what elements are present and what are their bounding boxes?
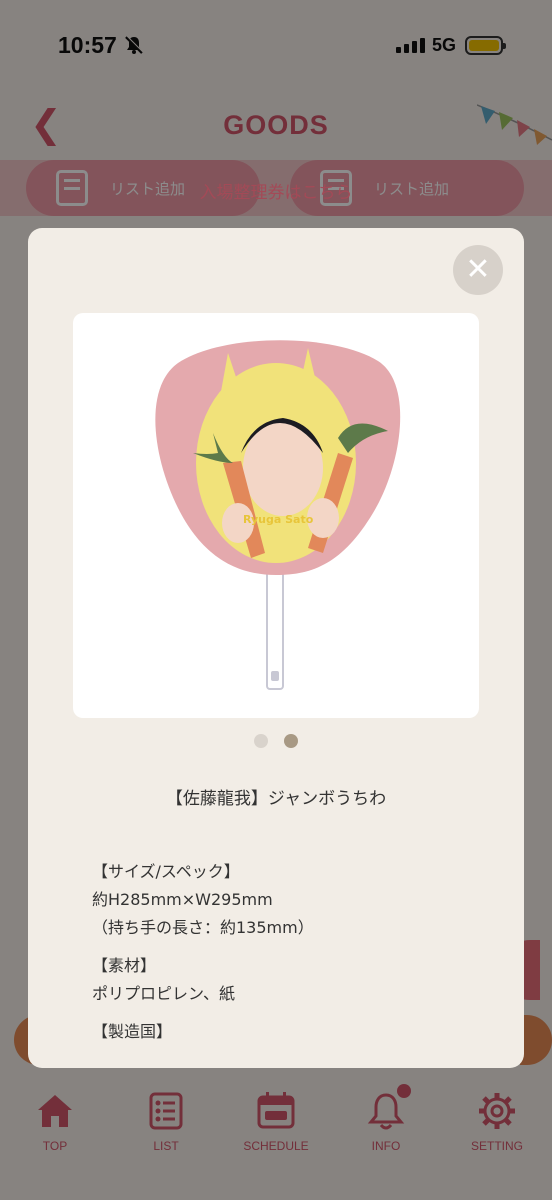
spec-heading-size: 【サイズ/スペック】 xyxy=(92,862,240,881)
spec-heading-origin: 【製造国】 xyxy=(92,1022,173,1041)
close-icon: ✕ xyxy=(465,252,491,287)
close-button[interactable]: ✕ xyxy=(453,245,503,295)
product-specs: 【サイズ/スペック】 約H285mm×W295mm （持ち手の長さ：約135mm… xyxy=(92,858,314,1046)
product-detail-modal: ✕ Ryuga Sato 【佐藤龍我】ジャンボうちわ 【サイズ/スペック】 約H… xyxy=(28,228,524,1068)
fan-image-text: Ryuga Sato xyxy=(243,513,314,526)
carousel-dot[interactable] xyxy=(254,734,268,748)
spec-size-value: 約H285mm×W295mm xyxy=(92,890,273,909)
spec-material-value: ポリプロピレン、紙 xyxy=(92,984,236,1003)
product-title: 【佐藤龍我】ジャンボうちわ xyxy=(165,789,387,809)
spec-handle-length: （持ち手の長さ：約135mm） xyxy=(92,918,314,937)
spec-heading-material: 【素材】 xyxy=(92,956,157,975)
fan-illustration: Ryuga Sato xyxy=(155,340,401,690)
product-image[interactable]: Ryuga Sato xyxy=(73,313,479,718)
carousel-dot-active[interactable] xyxy=(284,734,298,748)
ticket-banner-label: 入場整理券はこちら xyxy=(199,183,353,203)
carousel-dots xyxy=(28,734,524,748)
